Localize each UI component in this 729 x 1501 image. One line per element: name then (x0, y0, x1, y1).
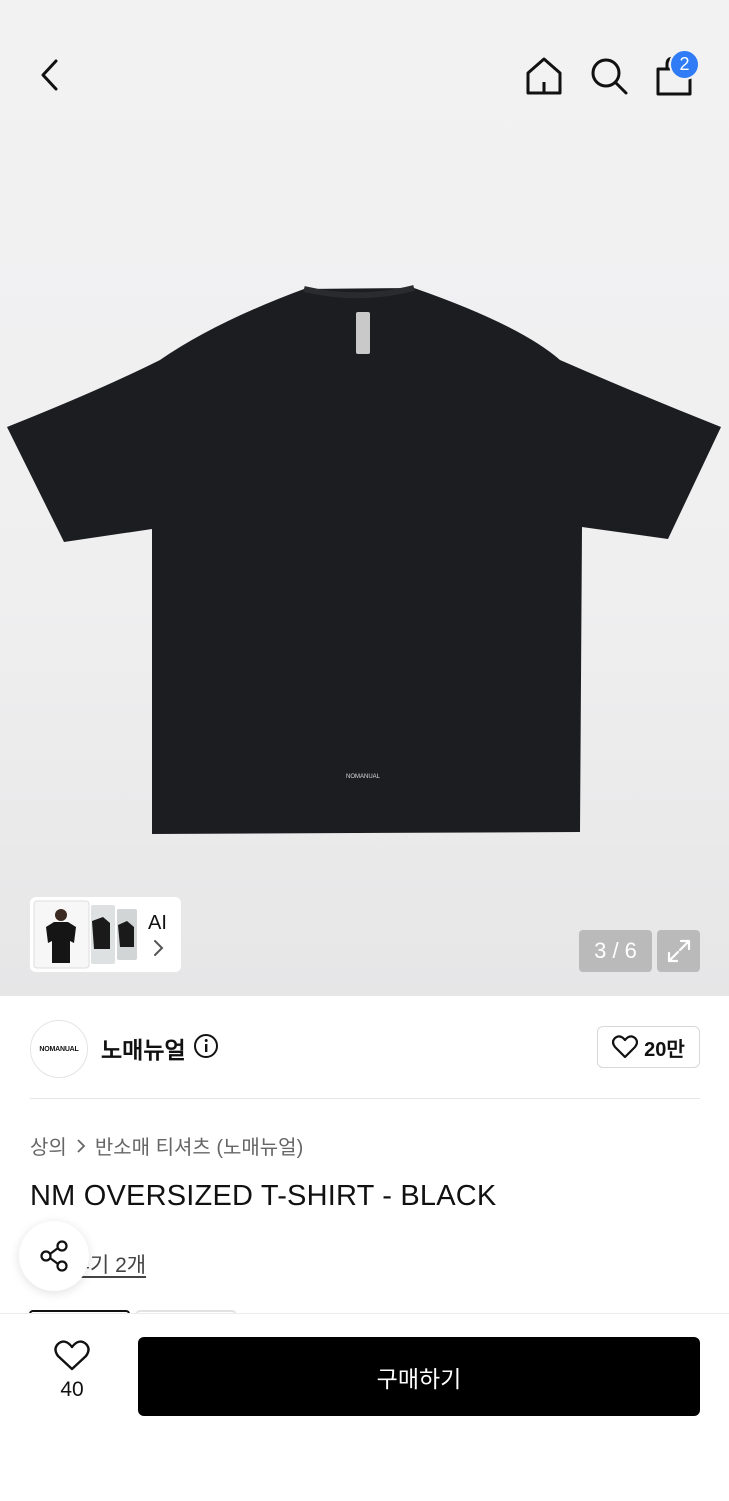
buy-button[interactable]: 구매하기 (138, 1337, 700, 1416)
share-button[interactable] (19, 1221, 89, 1291)
heart-icon (54, 1340, 90, 1371)
like-count: 40 (60, 1378, 84, 1401)
brand-favorite-button[interactable]: 20만 (597, 1026, 700, 1068)
styling-thumbnail-images (33, 900, 137, 969)
info-icon[interactable] (193, 1033, 219, 1059)
expand-icon (667, 939, 690, 963)
heart-icon (612, 1035, 639, 1059)
brand-name[interactable]: 노매뉴얼 (101, 1031, 186, 1065)
image-counter: 3 / 6 (579, 930, 652, 972)
back-button[interactable] (28, 52, 74, 98)
share-icon (40, 1240, 68, 1272)
search-icon (591, 58, 628, 95)
expand-button[interactable] (657, 930, 700, 972)
chevron-right-icon (154, 940, 164, 956)
cart-count-badge: 2 (669, 49, 700, 80)
brand-logo-text: NOMANUAL (39, 1045, 79, 1053)
product-image-tshirt[interactable]: NOMANUAL (0, 280, 729, 840)
search-button[interactable] (585, 52, 633, 100)
breadcrumb-category[interactable]: 상의 (30, 1131, 67, 1160)
top-navigation: 2 (0, 0, 729, 150)
brand-logo[interactable]: NOMANUAL (30, 1020, 88, 1078)
breadcrumb-subcategory[interactable]: 반소매 티셔츠 (노매뉴얼) (95, 1131, 303, 1160)
product-title: NM OVERSIZED T-SHIRT - BLACK (30, 1180, 497, 1212)
divider (30, 1098, 700, 1099)
ai-label: AI (148, 912, 167, 934)
home-button[interactable] (520, 52, 568, 100)
brand-favorite-count: 20만 (644, 1038, 685, 1061)
home-icon (526, 57, 562, 95)
shirt-print-text: NOMANUAL (346, 774, 381, 780)
chevron-left-icon (41, 59, 58, 91)
chevron-right-icon (77, 1138, 86, 1153)
like-button[interactable]: 40 (36, 1340, 108, 1402)
breadcrumb: 상의 반소매 티셔츠 (노매뉴얼) (30, 1131, 303, 1160)
